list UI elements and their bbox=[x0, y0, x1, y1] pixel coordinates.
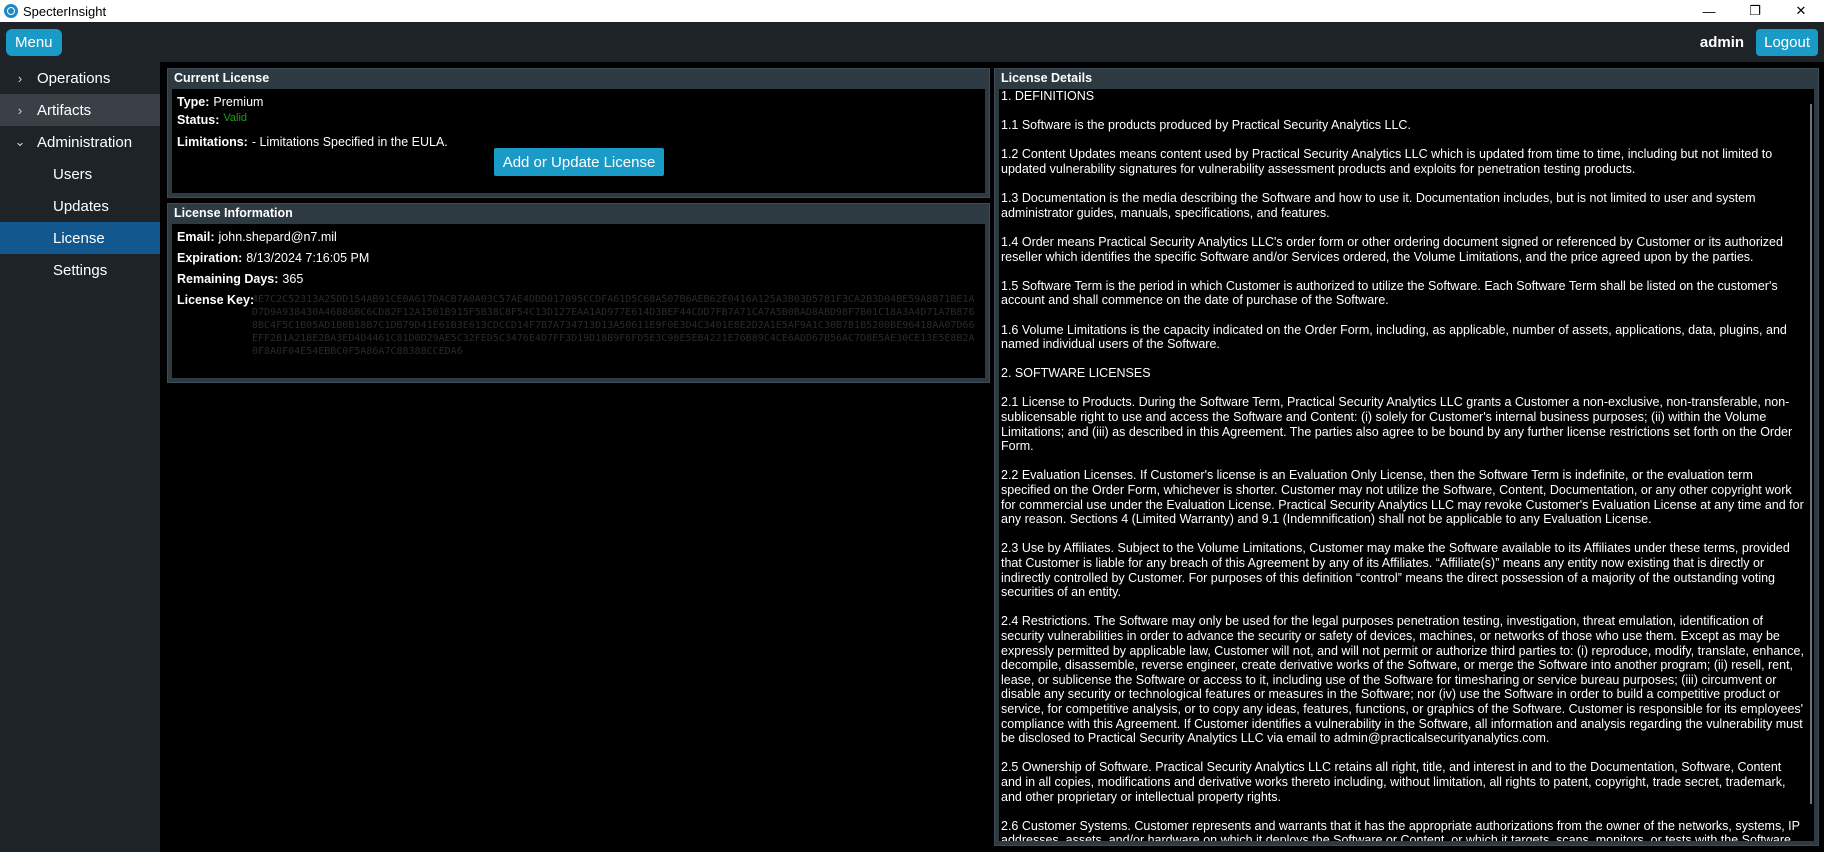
vertical-scrollbar[interactable] bbox=[1810, 104, 1812, 804]
license-paragraph: 1.5 Software Term is the period in which… bbox=[1001, 278, 1778, 308]
license-details-panel: License Details 1. DEFINITIONS 1.1 Softwa… bbox=[994, 68, 1819, 846]
chevron-right-icon: › bbox=[17, 70, 23, 86]
license-paragraph: 2.5 Ownership of Software. Practical Sec… bbox=[1001, 760, 1786, 804]
license-paragraph: 1.6 Volume Limitations is the capacity i… bbox=[1001, 322, 1787, 352]
license-paragraph: 2.3 Use by Affiliates. Subject to the Vo… bbox=[1001, 541, 1790, 600]
expiration-value: 8/13/2024 7:16:05 PM bbox=[246, 251, 370, 265]
status-label: Status: bbox=[177, 113, 220, 127]
email-row: Email: john.shepard@n7.mil bbox=[177, 230, 337, 244]
license-paragraph: 2.6 Customer Systems. Customer represent… bbox=[1001, 818, 1800, 841]
status-badge: Valid bbox=[223, 112, 248, 124]
license-key-label: License Key: bbox=[177, 293, 255, 307]
remaining-days-row: Remaining Days: 365 bbox=[177, 272, 303, 286]
remaining-days-label: Remaining Days: bbox=[177, 272, 279, 286]
license-details-text: 1. DEFINITIONS 1.1 Software is the produc… bbox=[1001, 89, 1804, 841]
expiration-label: Expiration: bbox=[177, 251, 243, 265]
sidebar-item-label: Users bbox=[53, 165, 93, 183]
restore-icon[interactable]: ❐ bbox=[1732, 0, 1778, 22]
current-user: admin bbox=[1699, 33, 1745, 51]
sidebar: › Operations › Artifacts ⌄ Administratio… bbox=[0, 62, 160, 852]
window-title: SpecterInsight bbox=[23, 3, 107, 19]
close-icon[interactable]: ✕ bbox=[1778, 0, 1824, 22]
current-license-body: Type: Premium Status: Valid Limitations: - … bbox=[172, 89, 985, 193]
add-update-license-button[interactable]: Add or Update License bbox=[494, 148, 664, 176]
license-type-row: Type: Premium bbox=[177, 95, 263, 109]
license-paragraph: 1.2 Content Updates means content used b… bbox=[1001, 147, 1773, 176]
sidebar-item-administration[interactable]: ⌄ Administration bbox=[0, 126, 160, 158]
sidebar-item-artifacts[interactable]: › Artifacts bbox=[0, 94, 160, 126]
current-license-panel: Current License Type: Premium Status: Vali… bbox=[167, 68, 990, 198]
sidebar-item-operations[interactable]: › Operations bbox=[0, 62, 160, 94]
logout-button[interactable]: Logout bbox=[1756, 28, 1818, 56]
license-paragraph: 1.3 Documentation is the media describin… bbox=[1001, 191, 1756, 220]
license-key-value: 4E7C2C52313A25DD154AB91CE0A617DACB7A0A03… bbox=[252, 294, 975, 357]
sidebar-item-settings[interactable]: Settings bbox=[0, 254, 160, 286]
panel-title: License Details bbox=[1001, 71, 1093, 85]
panel-title: Current License bbox=[174, 71, 270, 85]
sidebar-item-license[interactable]: License bbox=[0, 222, 160, 254]
license-paragraph: 2.2 Evaluation Licenses. If Customer's l… bbox=[1001, 468, 1804, 527]
sidebar-item-label: Administration bbox=[37, 133, 133, 151]
license-information-body: Email: john.shepard@n7.mil Expiration: 8/1… bbox=[172, 224, 985, 378]
window-titlebar: SpecterInsight — ❐ ✕ bbox=[0, 0, 1824, 22]
panel-title: License Information bbox=[174, 206, 293, 220]
app-logo-icon bbox=[4, 4, 18, 18]
sidebar-item-label: Operations bbox=[37, 69, 111, 87]
license-paragraph: 2. SOFTWARE LICENSES bbox=[1001, 366, 1151, 381]
type-label: Type: bbox=[177, 95, 210, 109]
sidebar-item-updates[interactable]: Updates bbox=[0, 190, 160, 222]
license-paragraph: 2.1 License to Products. During the Soft… bbox=[1001, 395, 1793, 454]
chevron-right-icon: › bbox=[17, 102, 23, 118]
sidebar-item-label: Artifacts bbox=[37, 101, 92, 119]
sidebar-item-label: License bbox=[53, 229, 105, 247]
email-label: Email: bbox=[177, 230, 215, 244]
menu-button[interactable]: Menu bbox=[6, 28, 62, 56]
license-status-row: Status: Valid bbox=[177, 112, 248, 127]
window-controls: — ❐ ✕ bbox=[1686, 0, 1824, 22]
chevron-down-icon: ⌄ bbox=[14, 134, 26, 149]
app-header: Menu admin Logout bbox=[0, 22, 1824, 62]
email-value: john.shepard@n7.mil bbox=[218, 230, 337, 244]
expiration-row: Expiration: 8/13/2024 7:16:05 PM bbox=[177, 251, 369, 265]
remaining-days-value: 365 bbox=[282, 272, 304, 286]
license-paragraph: 1.1 Software is the products produced by… bbox=[1001, 118, 1411, 133]
sidebar-item-label: Settings bbox=[53, 261, 108, 279]
license-key-row: License Key: bbox=[177, 293, 254, 307]
minimize-icon[interactable]: — bbox=[1686, 0, 1732, 22]
license-information-panel: License Information Email: john.shepard@n… bbox=[167, 203, 990, 383]
license-details-body: 1. DEFINITIONS 1.1 Software is the produc… bbox=[999, 89, 1814, 841]
limitations-value: - Limitations Specified in the EULA. bbox=[251, 135, 448, 149]
license-paragraph: 2.4 Restrictions. The Software may only … bbox=[1001, 614, 1804, 746]
sidebar-item-label: Updates bbox=[53, 197, 109, 215]
type-value: Premium bbox=[213, 95, 264, 109]
sidebar-item-users[interactable]: Users bbox=[0, 158, 160, 190]
limitations-label: Limitations: bbox=[177, 135, 248, 149]
license-paragraph: 1. DEFINITIONS bbox=[1001, 89, 1095, 103]
license-paragraph: 1.4 Order means Practical Security Analy… bbox=[1001, 234, 1783, 264]
license-limitations-row: Limitations: - Limitations Specified in t… bbox=[177, 135, 448, 149]
